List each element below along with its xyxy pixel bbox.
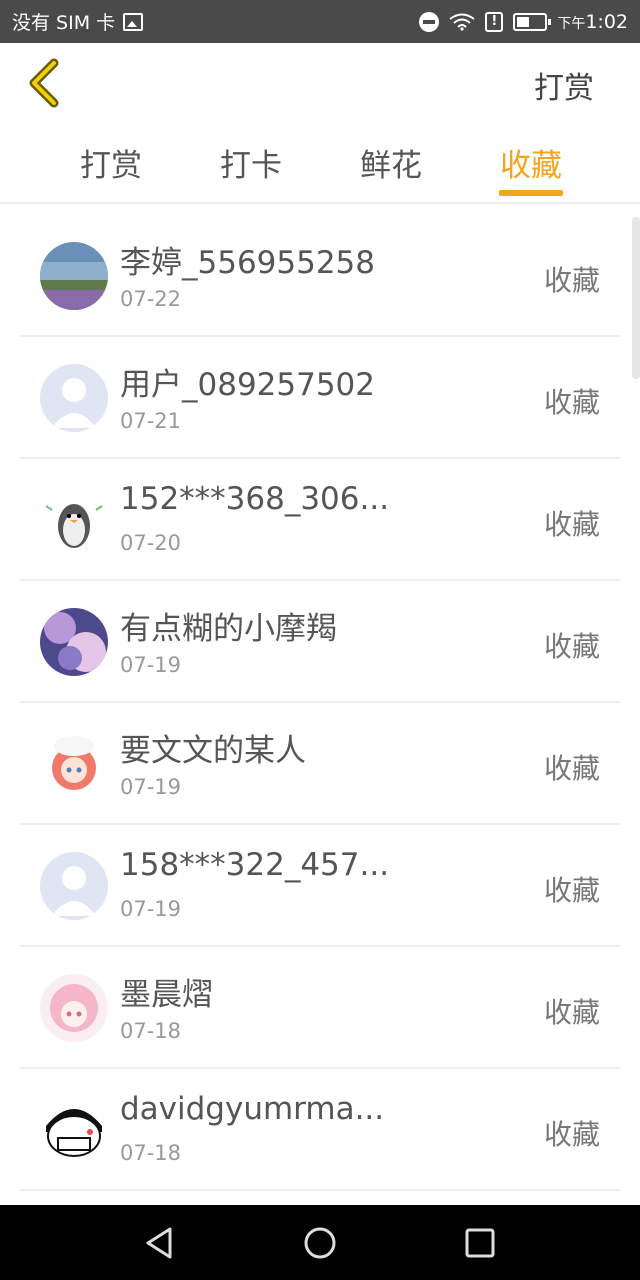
date: 07-18 (120, 1141, 182, 1165)
action-label: 收藏 (543, 264, 600, 297)
avatar (40, 730, 108, 798)
date: 07-20 (120, 531, 182, 555)
tab-bar: 打赏 打卡 鲜花 收藏 (0, 130, 640, 204)
list-item[interactable]: 152***368_306... 07-20 收藏 (20, 459, 620, 581)
action-label: 收藏 (543, 752, 600, 785)
favorites-list: 李婷_556955258 07-22 收藏 用户_089257502 07-21… (20, 215, 620, 1191)
avatar (40, 364, 108, 432)
list-item[interactable]: 158***322_457... 07-19 收藏 (20, 825, 620, 947)
date: 07-22 (120, 287, 182, 311)
navigation-bar (0, 1205, 640, 1280)
action-label: 收藏 (543, 508, 600, 541)
user-name: 有点糊的小摩羯 (120, 611, 337, 647)
back-arrow-icon[interactable] (24, 57, 64, 109)
header-title-button[interactable]: 打赏 (534, 63, 594, 107)
date: 07-18 (120, 1019, 182, 1043)
date: 07-19 (120, 897, 182, 921)
clock: 下午1:02 (557, 10, 628, 33)
user-name: 158***322_457... (120, 847, 390, 883)
user-name: 152***368_306... (120, 481, 390, 517)
wifi-icon (449, 13, 475, 31)
avatar (40, 974, 108, 1042)
carrier-text: 没有 SIM 卡 (12, 12, 116, 34)
action-label: 收藏 (543, 630, 600, 663)
battery-icon (513, 12, 552, 31)
recents-square-icon[interactable] (460, 1223, 500, 1263)
list-item[interactable]: 有点糊的小摩羯 07-19 收藏 (20, 581, 620, 703)
list-item[interactable]: 李婷_556955258 07-22 收藏 (20, 215, 620, 337)
action-label: 收藏 (543, 1118, 600, 1151)
action-label: 收藏 (543, 386, 600, 419)
tab-favorites[interactable]: 收藏 (481, 140, 581, 185)
do-not-disturb-icon (419, 11, 440, 32)
list-item[interactable]: 用户_089257502 07-21 收藏 (20, 337, 620, 459)
user-name: 要文文的某人 (120, 733, 306, 769)
tab-reward[interactable]: 打赏 (61, 140, 161, 185)
action-label: 收藏 (543, 874, 600, 907)
avatar (40, 486, 108, 554)
user-name: 墨晨熠 (120, 977, 213, 1013)
header: 打赏 (0, 43, 640, 125)
user-name: 用户_089257502 (120, 367, 376, 403)
avatar (40, 1096, 108, 1164)
alert-icon: ! (485, 11, 504, 32)
tab-flowers[interactable]: 鲜花 (341, 140, 441, 185)
status-bar: 没有 SIM 卡 ! 下午1:02 (0, 0, 640, 43)
date: 07-19 (120, 653, 182, 677)
user-name: davidgyumrma... (120, 1091, 385, 1127)
avatar (40, 608, 108, 676)
active-tab-indicator (499, 190, 563, 196)
tab-checkin[interactable]: 打卡 (201, 140, 301, 185)
back-triangle-icon[interactable] (140, 1223, 180, 1263)
scrollbar[interactable] (632, 217, 640, 379)
avatar (40, 242, 108, 310)
list-item[interactable]: 要文文的某人 07-19 收藏 (20, 703, 620, 825)
date: 07-21 (120, 409, 182, 433)
list-item[interactable]: davidgyumrma... 07-18 收藏 (20, 1069, 620, 1191)
list-item[interactable]: 墨晨熠 07-18 收藏 (20, 947, 620, 1069)
user-name: 李婷_556955258 (120, 245, 376, 281)
avatar (40, 852, 108, 920)
action-label: 收藏 (543, 996, 600, 1029)
date: 07-19 (120, 775, 182, 799)
home-circle-icon[interactable] (300, 1223, 340, 1263)
image-notification-icon (123, 12, 144, 31)
